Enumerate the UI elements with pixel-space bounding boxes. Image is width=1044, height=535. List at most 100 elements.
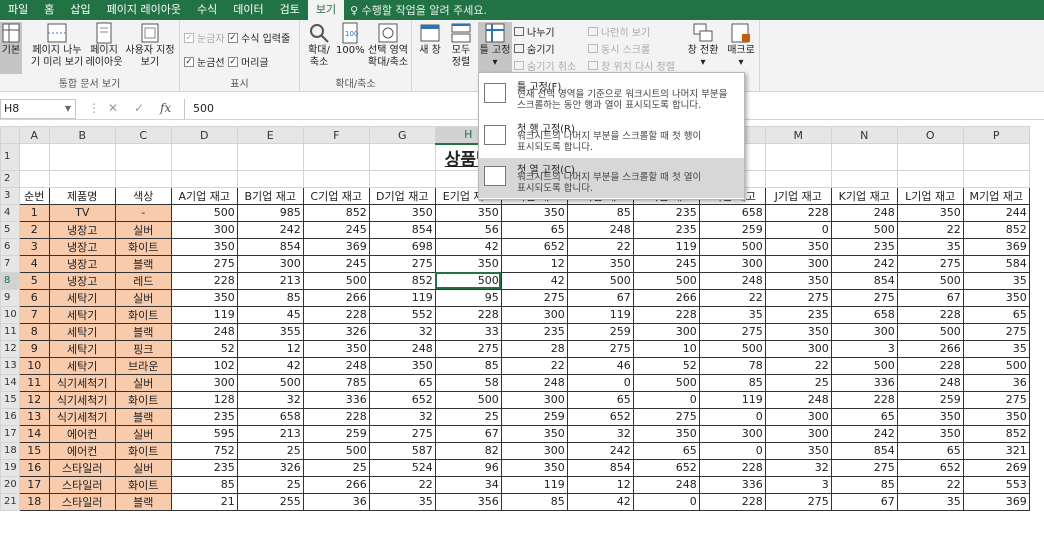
cell[interactable]: 300	[170, 220, 238, 239]
cell[interactable]: 0	[698, 441, 766, 460]
cell[interactable]: 56	[434, 220, 502, 239]
tab-data[interactable]: 데이터	[225, 0, 271, 20]
cell[interactable]: 500	[896, 322, 964, 341]
cell[interactable]	[18, 169, 50, 188]
cell[interactable]: 248	[302, 356, 370, 375]
column-header-m[interactable]: M	[764, 126, 832, 144]
cell[interactable]: 102	[170, 356, 238, 375]
row-header[interactable]: 2	[0, 169, 20, 188]
cell[interactable]: 실버	[114, 373, 172, 392]
cell[interactable]: 14	[18, 424, 50, 443]
cell[interactable]: 852	[962, 220, 1030, 239]
hide-button[interactable]: 숨기기	[514, 41, 555, 56]
tab-review[interactable]: 검토	[272, 0, 308, 20]
row-header[interactable]: 12	[0, 339, 20, 358]
column-header-d[interactable]: D	[170, 126, 238, 144]
cell[interactable]: 스타일러	[48, 475, 116, 494]
cell[interactable]: 7	[18, 305, 50, 324]
cell[interactable]: 500	[632, 271, 700, 290]
cell[interactable]: 85	[434, 356, 502, 375]
cell[interactable]: 82	[434, 441, 502, 460]
cell[interactable]: 228	[896, 305, 964, 324]
column-header-a[interactable]: A	[18, 126, 50, 144]
column-header-f[interactable]: F	[302, 126, 370, 144]
cell[interactable]: 500	[236, 373, 304, 392]
cell[interactable]: 25	[764, 373, 832, 392]
column-header-e[interactable]: E	[236, 126, 304, 144]
cell[interactable]: 35	[962, 271, 1030, 290]
tab-insert[interactable]: 삽입	[62, 0, 98, 20]
cell[interactable]: 275	[368, 254, 436, 273]
cell[interactable]: 300	[500, 390, 568, 409]
cell[interactable]: 355	[236, 322, 304, 341]
cell[interactable]: 350	[434, 203, 502, 222]
cell[interactable]: 67	[830, 492, 898, 511]
cell[interactable]: 854	[236, 237, 304, 256]
cell[interactable]	[368, 169, 436, 188]
row-header[interactable]: 6	[0, 237, 20, 256]
freeze-first-column-item[interactable]: 첫 열 고정(C) 워크시트의 나머지 부분을 스크롤할 때 첫 열이 표시되도록…	[479, 158, 744, 198]
cell[interactable]: 85	[566, 203, 634, 222]
cell[interactable]: 275	[830, 288, 898, 307]
cell[interactable]	[114, 169, 172, 188]
cell[interactable]: 15	[18, 441, 50, 460]
cell[interactable]: 33	[434, 322, 502, 341]
cell[interactable]: 350	[368, 356, 436, 375]
chevron-down-icon[interactable]: ▼	[65, 100, 71, 118]
cell[interactable]	[170, 143, 238, 171]
cell[interactable]: 42	[434, 237, 502, 256]
cell[interactable]: 852	[962, 424, 1030, 443]
cell[interactable]: 스타일러	[48, 458, 116, 477]
cell[interactable]: 500	[302, 271, 370, 290]
cell[interactable]: 248	[764, 390, 832, 409]
row-header[interactable]: 14	[0, 373, 20, 392]
cell[interactable]: 300	[764, 254, 832, 273]
cell[interactable]: 22	[896, 475, 964, 494]
cell[interactable]: 652	[368, 390, 436, 409]
cell[interactable]: 350	[896, 203, 964, 222]
cell[interactable]: 17	[18, 475, 50, 494]
cell[interactable]: 46	[566, 356, 634, 375]
cell[interactable]: 18	[18, 492, 50, 511]
cell[interactable]: 3	[830, 339, 898, 358]
zoom-100-button[interactable]: 100 100%	[336, 22, 365, 57]
cell[interactable]: 22	[698, 288, 766, 307]
cell[interactable]: 25	[236, 441, 304, 460]
cell[interactable]: 식기세척기	[48, 390, 116, 409]
row-header[interactable]: 18	[0, 441, 20, 460]
cell[interactable]: 78	[698, 356, 766, 375]
cell[interactable]: 350	[500, 424, 568, 443]
column-label[interactable]: 색상	[114, 186, 172, 205]
enter-icon[interactable]: ✓	[134, 101, 144, 115]
cell[interactable]	[18, 143, 50, 171]
cell[interactable]: 500	[566, 271, 634, 290]
cell[interactable]: 350	[764, 322, 832, 341]
column-header-g[interactable]: G	[368, 126, 436, 144]
cell[interactable]: 245	[302, 254, 370, 273]
cell[interactable]: 85	[698, 373, 766, 392]
tab-page-layout[interactable]: 페이지 레이아웃	[99, 0, 189, 20]
cell[interactable]: 42	[500, 271, 568, 290]
zoom-button[interactable]: 표시확대/축소	[304, 22, 334, 69]
cell[interactable]: 213	[236, 424, 304, 443]
row-header[interactable]: 7	[0, 254, 20, 273]
cell[interactable]: 에어컨	[48, 441, 116, 460]
headings-checkbox[interactable]: ✓ 머리글	[228, 54, 269, 69]
cell[interactable]: 259	[566, 322, 634, 341]
cell[interactable]: 32	[566, 424, 634, 443]
cell[interactable]	[896, 143, 964, 171]
cell[interactable]: 128	[170, 390, 238, 409]
cell[interactable]: 67	[896, 288, 964, 307]
row-header[interactable]: 20	[0, 475, 20, 494]
cell[interactable]: 25	[302, 458, 370, 477]
cell[interactable]: 85	[236, 288, 304, 307]
cell[interactable]: 300	[500, 305, 568, 324]
row-header[interactable]: 11	[0, 322, 20, 341]
cell[interactable]: 42	[566, 492, 634, 511]
row-header[interactable]: 10	[0, 305, 20, 324]
cell[interactable]: 259	[698, 220, 766, 239]
cell[interactable]: 세탁기	[48, 339, 116, 358]
column-label[interactable]: B기업 재고	[236, 186, 304, 205]
cell[interactable]: 67	[434, 424, 502, 443]
select-all-corner[interactable]	[0, 126, 20, 144]
